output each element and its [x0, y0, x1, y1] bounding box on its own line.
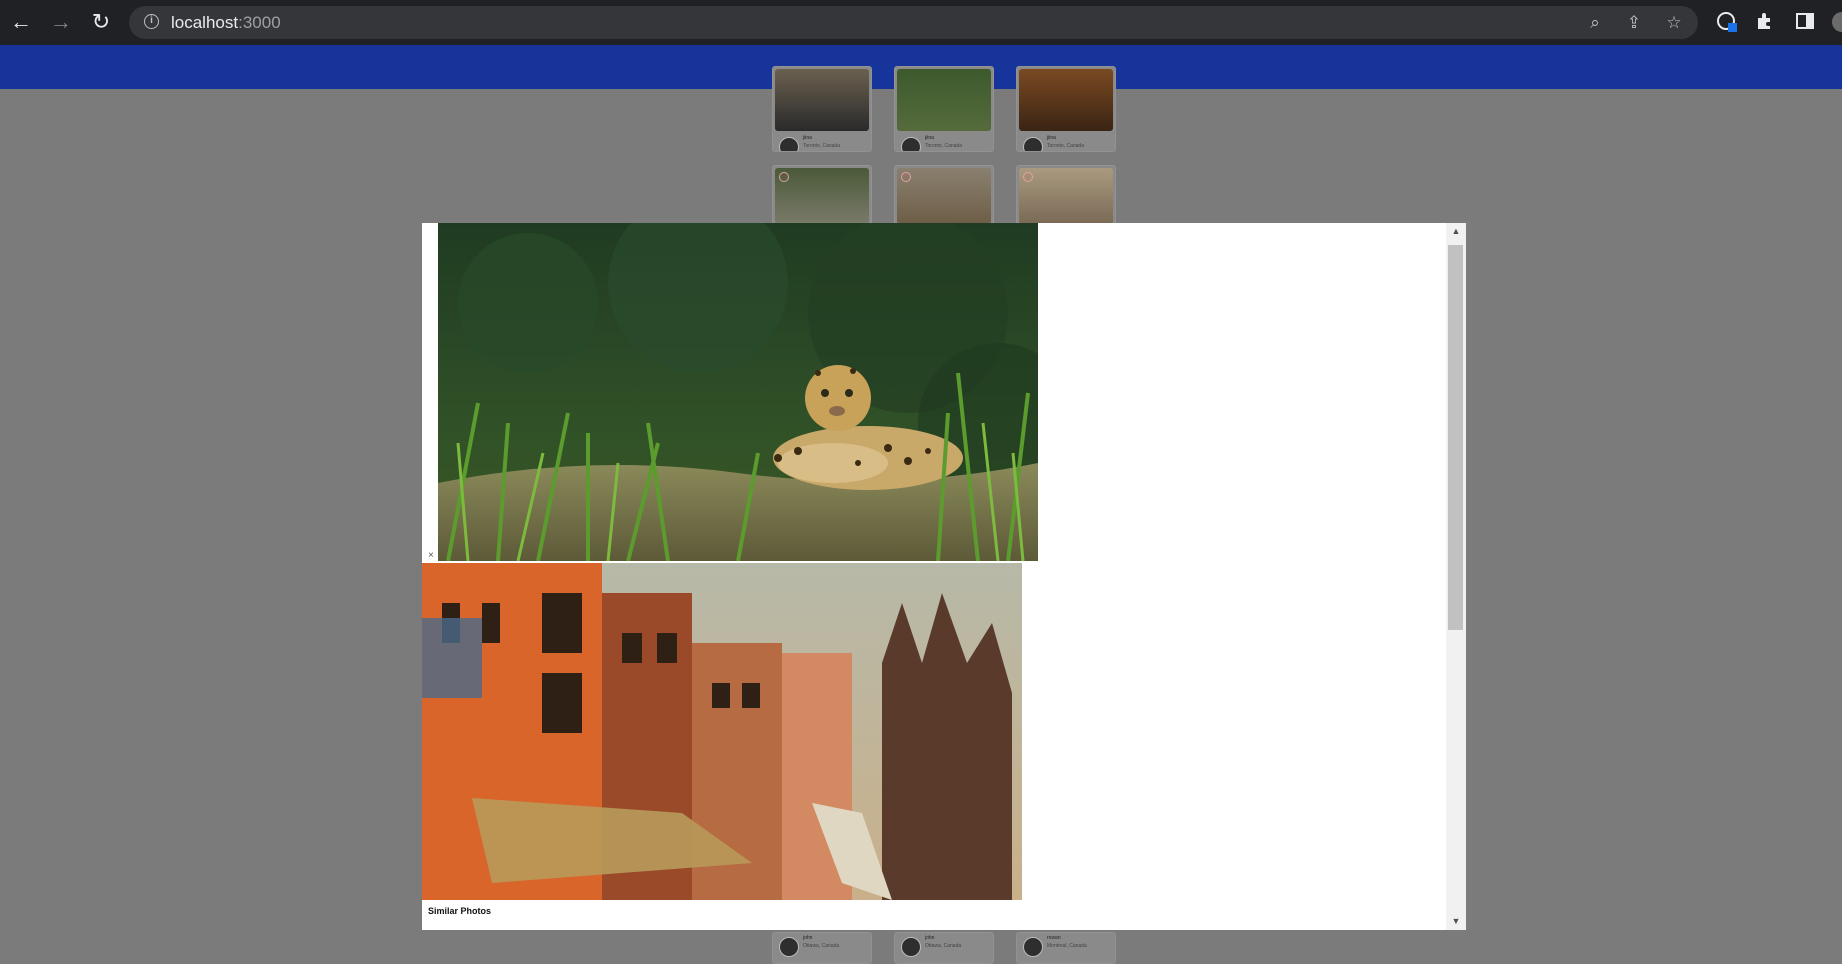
forward-button[interactable]: →	[49, 10, 73, 34]
browser-toolbar: ← → ↻ i localhost:3000 ⌕ ⇪ ☆	[0, 0, 1842, 45]
side-panel-icon[interactable]	[1794, 11, 1816, 33]
avatar	[779, 137, 799, 151]
info-icon[interactable]: i	[144, 14, 159, 29]
address-bar[interactable]: i localhost:3000 ⌕ ⇪ ☆	[129, 6, 1698, 39]
photo-card[interactable]: jiina Toronto, Canada	[772, 66, 872, 152]
url-text[interactable]: localhost:3000	[171, 13, 281, 33]
scroll-up-arrow-icon[interactable]: ▲	[1446, 223, 1466, 240]
main-photo	[438, 223, 1038, 561]
photo-card[interactable]: john Ottawa, Canada	[772, 932, 872, 964]
back-button[interactable]: ←	[9, 10, 33, 34]
photo-card[interactable]: jiina Toronto, Canada	[1016, 66, 1116, 152]
scroll-thumb[interactable]	[1448, 245, 1463, 630]
close-button[interactable]: ×	[428, 550, 434, 561]
photo-card[interactable]: ♡	[894, 165, 994, 227]
photo-card[interactable]: john Ottawa, Canada	[894, 932, 994, 964]
scroll-down-arrow-icon[interactable]: ▼	[1446, 913, 1466, 930]
heart-icon[interactable]: ♡	[1023, 172, 1033, 182]
extension-globe-icon[interactable]	[1716, 11, 1738, 33]
photo-card[interactable]: jiina Toronto, Canada	[894, 66, 994, 152]
avatar[interactable]	[1832, 12, 1842, 34]
share-icon[interactable]: ⇪	[1624, 13, 1644, 33]
star-icon[interactable]: ☆	[1664, 13, 1684, 33]
avatar	[901, 137, 921, 151]
avatar	[779, 937, 799, 957]
puzzle-icon[interactable]	[1754, 11, 1776, 33]
similar-photos-title: Similar Photos	[428, 906, 492, 916]
photo-modal: × Similar Photos	[422, 223, 1466, 930]
zoom-out-icon[interactable]: ⌕	[1585, 13, 1605, 33]
heart-icon[interactable]: ♡	[779, 172, 789, 182]
similar-photo[interactable]	[422, 563, 1022, 900]
photo-card[interactable]: ♡	[772, 165, 872, 227]
avatar	[1023, 137, 1043, 151]
heart-icon[interactable]: ♡	[901, 172, 911, 182]
photo-card[interactable]: rowan Montreal, Canada	[1016, 932, 1116, 964]
avatar	[1023, 937, 1043, 957]
modal-scrollbar[interactable]: ▲ ▼	[1446, 223, 1466, 930]
avatar	[901, 937, 921, 957]
reload-button[interactable]: ↻	[89, 10, 113, 34]
photo-card[interactable]: ♡	[1016, 165, 1116, 227]
